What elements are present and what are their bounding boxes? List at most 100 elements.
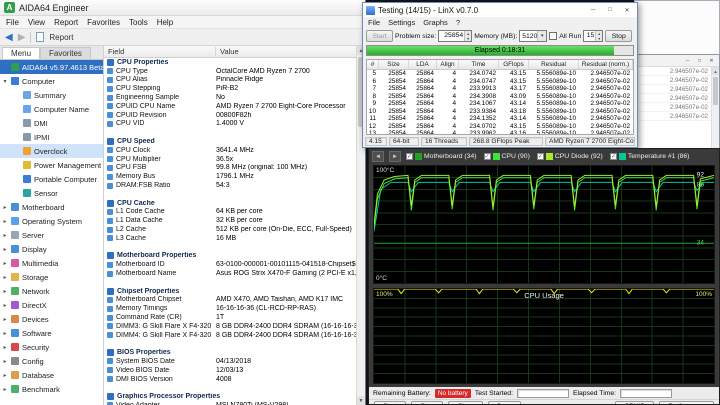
column-header-residual[interactable]: Residual bbox=[529, 60, 579, 69]
column-header-size[interactable]: Size bbox=[379, 60, 409, 69]
field-row-cpu-stepping[interactable]: CPU SteppingPiR-B2 bbox=[104, 84, 356, 93]
section-row-graphics-processor-properties[interactable]: Graphics Processor Properties bbox=[104, 392, 356, 401]
sidebar-item-motherboard[interactable]: ▸Motherboard bbox=[0, 200, 103, 214]
sidebar-item-ipmi[interactable]: IPMI bbox=[0, 130, 103, 144]
tree-expand-icon[interactable]: ▸ bbox=[2, 386, 8, 393]
start-button[interactable]: Start bbox=[366, 30, 393, 42]
scroll-down-icon[interactable]: ▼ bbox=[357, 396, 365, 405]
tree-expand-icon[interactable]: ▸ bbox=[2, 204, 8, 211]
legend-next-icon[interactable]: ► bbox=[389, 151, 401, 162]
sidebar-item-multimedia[interactable]: ▸Multimedia bbox=[0, 256, 103, 270]
section-row-cpu-cache[interactable]: CPU Cache bbox=[104, 199, 356, 208]
field-row-engineering-sample[interactable]: Engineering SampleNo bbox=[104, 93, 356, 102]
aida-menu-file[interactable]: File bbox=[6, 18, 19, 27]
section-row-bios-properties[interactable]: BIOS Properties bbox=[104, 348, 356, 357]
aida-menu-view[interactable]: View bbox=[28, 18, 45, 27]
field-row-dram-fsb-ratio[interactable]: DRAM:FSB Ratio54:3 bbox=[104, 181, 356, 190]
legend-checkbox[interactable]: ✓ bbox=[610, 153, 617, 160]
sidebar-item-aida64-v5-97-4613-beta[interactable]: AIDA64 v5.97.4613 Beta bbox=[0, 60, 103, 74]
field-row-cpu-fsb[interactable]: CPU FSB99.8 MHz (original: 100 MHz) bbox=[104, 164, 356, 173]
sidebar-item-storage[interactable]: ▸Storage bbox=[0, 270, 103, 284]
tree-expand-icon[interactable]: ▸ bbox=[2, 288, 8, 295]
field-row-l1-code-cache[interactable]: L1 Code Cache64 KB per core bbox=[104, 208, 356, 217]
stop-button[interactable]: Stop bbox=[605, 30, 632, 42]
tab-favorites[interactable]: Favorites bbox=[40, 47, 91, 59]
sidebar-item-power-management[interactable]: Power Management bbox=[0, 158, 103, 172]
minimize-icon[interactable]: ─ bbox=[682, 56, 693, 65]
close-icon[interactable]: ✕ bbox=[620, 5, 634, 15]
column-header-residual-norm[interactable]: Residual (norm.) bbox=[579, 60, 633, 69]
field-row-dmi-bios-version[interactable]: DMI BIOS Version4008 bbox=[104, 375, 356, 384]
all-checkbox[interactable] bbox=[549, 32, 557, 40]
tree-expand-icon[interactable]: ▾ bbox=[2, 78, 8, 85]
column-header-gflops[interactable]: GFlops bbox=[499, 60, 529, 69]
aida-menu-favorites[interactable]: Favorites bbox=[87, 18, 120, 27]
field-row-dimm4-g-skill-flare-x-f4-320[interactable]: DIMM4: G Skill Flare X F4-3208 GB DDR4-2… bbox=[104, 331, 356, 340]
stability-preferences-button[interactable]: Preferences bbox=[659, 401, 714, 405]
linx-menu-file[interactable]: File bbox=[368, 18, 380, 27]
field-row-motherboard-name[interactable]: Motherboard NameAsus ROG Strix X470-F Ga… bbox=[104, 269, 356, 278]
tree-expand-icon[interactable]: ▸ bbox=[2, 358, 8, 365]
tree-expand-icon[interactable]: ▸ bbox=[2, 232, 8, 239]
problem-size-stepper[interactable]: 25854 ▴▾ bbox=[438, 30, 472, 42]
field-row-l1-data-cache[interactable]: L1 Data Cache32 KB per core bbox=[104, 216, 356, 225]
sidebar-item-config[interactable]: ▸Config bbox=[0, 354, 103, 368]
aida-menu-report[interactable]: Report bbox=[54, 18, 78, 27]
section-row-chipset-properties[interactable]: Chipset Properties bbox=[104, 287, 356, 296]
field-row-memory-bus[interactable]: Memory Bus1796.1 MHz bbox=[104, 172, 356, 181]
tree-expand-icon[interactable]: ▸ bbox=[2, 372, 8, 379]
sidebar-item-portable-computer[interactable]: Portable Computer bbox=[0, 172, 103, 186]
sidebar-item-overclock[interactable]: Overclock bbox=[0, 144, 103, 158]
linx-menu-graphs[interactable]: Graphs bbox=[423, 18, 448, 27]
tree-expand-icon[interactable]: ▸ bbox=[2, 246, 8, 253]
field-row-command-rate-cr[interactable]: Command Rate (CR)1T bbox=[104, 313, 356, 322]
column-header-align[interactable]: Align bbox=[437, 60, 459, 69]
sidebar-item-operating-system[interactable]: ▸Operating System bbox=[0, 214, 103, 228]
stability-save-button[interactable]: Save bbox=[488, 401, 522, 405]
stability-clear-button[interactable]: Clear bbox=[448, 401, 482, 405]
scrollbar-thumb[interactable] bbox=[713, 77, 718, 105]
stepper-arrows-icon[interactable]: ▴▾ bbox=[595, 31, 602, 41]
field-row-memory-timings[interactable]: Memory Timings16-16-16-36 (CL-RCD-RP-RAS… bbox=[104, 304, 356, 313]
sidebar-item-database[interactable]: ▸Database bbox=[0, 368, 103, 382]
background-window-scrollbar[interactable]: ▲ bbox=[711, 67, 719, 149]
sidebar-item-computer[interactable]: ▾Computer bbox=[0, 74, 103, 88]
tree-expand-icon[interactable]: ▸ bbox=[2, 260, 8, 267]
sidebar-item-software[interactable]: ▸Software bbox=[0, 326, 103, 340]
aida-menu-tools[interactable]: Tools bbox=[129, 18, 148, 27]
column-header-lda[interactable]: LDA bbox=[409, 60, 437, 69]
sidebar-item-server[interactable]: ▸Server bbox=[0, 228, 103, 242]
stability-cpuid-button[interactable]: CPUID bbox=[615, 401, 654, 405]
minimize-icon[interactable]: ─ bbox=[586, 5, 600, 15]
maximize-icon[interactable]: □ bbox=[694, 56, 705, 65]
linx-menu-help[interactable]: ? bbox=[456, 18, 460, 27]
section-row-cpu-speed[interactable]: CPU Speed bbox=[104, 137, 356, 146]
back-icon[interactable]: ◀ bbox=[5, 32, 13, 43]
maximize-icon[interactable]: □ bbox=[603, 5, 617, 15]
sidebar-item-display[interactable]: ▸Display bbox=[0, 242, 103, 256]
field-row-cpu-vid[interactable]: CPU VID1.4000 V bbox=[104, 120, 356, 129]
stability-start-button[interactable]: Start bbox=[374, 401, 406, 405]
tree-expand-icon[interactable]: ▸ bbox=[2, 274, 8, 281]
tree-expand-icon[interactable]: ▸ bbox=[2, 344, 8, 351]
sidebar-item-sensor[interactable]: Sensor bbox=[0, 186, 103, 200]
legend-checkbox[interactable]: ✓ bbox=[537, 153, 544, 160]
sidebar-item-benchmark[interactable]: ▸Benchmark bbox=[0, 382, 103, 396]
run-count-stepper[interactable]: 15 ▴▾ bbox=[583, 30, 603, 42]
field-row-l3-cache[interactable]: L3 Cache16 MB bbox=[104, 234, 356, 243]
linx-menu-settings[interactable]: Settings bbox=[388, 18, 415, 27]
field-row-video-adapter[interactable]: Video AdapterMSI N780Ti (MS-V298) bbox=[104, 401, 356, 405]
field-column-header[interactable]: Field bbox=[104, 47, 216, 56]
tree-expand-icon[interactable]: ▸ bbox=[2, 316, 8, 323]
sidebar-item-network[interactable]: ▸Network bbox=[0, 284, 103, 298]
field-row-cpu-multiplier[interactable]: CPU Multiplier36.5x bbox=[104, 155, 356, 164]
tree-expand-icon[interactable]: ▸ bbox=[2, 218, 8, 225]
memory-select[interactable]: 5120 ▾ bbox=[519, 30, 547, 42]
sidebar-item-devices[interactable]: ▸Devices bbox=[0, 312, 103, 326]
field-row-cpu-type[interactable]: CPU TypeOctalCore AMD Ryzen 7 2700 bbox=[104, 67, 356, 76]
field-row-video-bios-date[interactable]: Video BIOS Date12/03/13 bbox=[104, 366, 356, 375]
sidebar-item-dmi[interactable]: DMI bbox=[0, 116, 103, 130]
legend-prev-icon[interactable]: ◄ bbox=[372, 151, 384, 162]
value-column-header[interactable]: Value bbox=[216, 47, 239, 56]
column-header-time[interactable]: Time bbox=[459, 60, 499, 69]
